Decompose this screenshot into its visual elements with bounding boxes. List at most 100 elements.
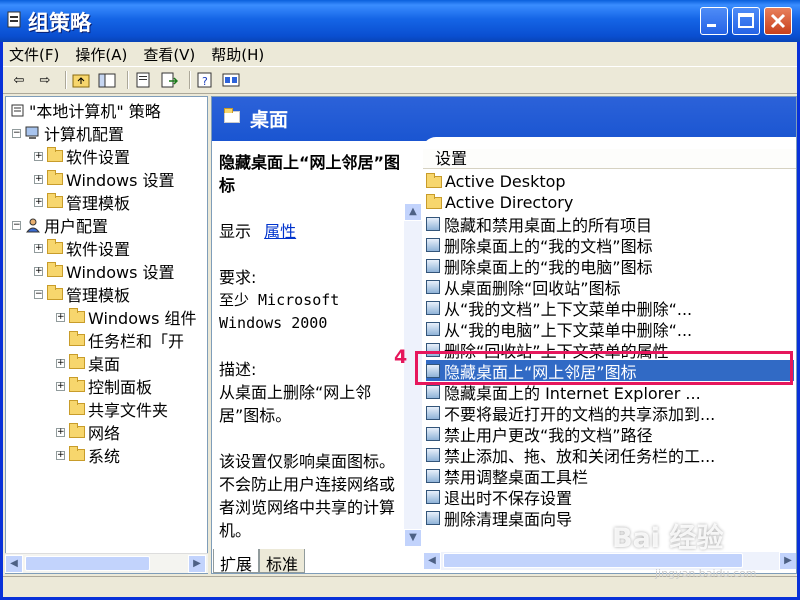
scroll-up-icon[interactable]: ▲ (404, 203, 422, 221)
folder-icon (47, 193, 63, 208)
tab-extended[interactable]: 扩展 (213, 549, 260, 574)
minimize-button[interactable] (700, 7, 728, 35)
list-item[interactable]: 从“我的电脑”上下文菜单中删除“... (426, 318, 794, 339)
tree-label: 管理模板 (66, 194, 131, 213)
folder-icon (47, 170, 63, 185)
folder-icon (47, 147, 63, 162)
tree-item-system[interactable]: + 系统 (56, 444, 120, 466)
scroll-right-icon[interactable]: ▶ (188, 555, 206, 573)
policy-setting-icon (426, 405, 440, 420)
expand-icon[interactable]: + (56, 381, 65, 391)
toolbar-separator (127, 71, 129, 89)
tree-item-cc-software[interactable]: + 软件设置 (34, 145, 130, 167)
list-item[interactable]: 从“我的文档”上下文菜单中删除“... (426, 297, 794, 318)
menu-action[interactable]: 操作(A) (75, 44, 127, 65)
description-block: 描述: 从桌面上删除“网上邻居”图标。 (219, 358, 407, 427)
tree-item-windows-components[interactable]: + Windows 组件 (56, 306, 197, 328)
menu-view[interactable]: 查看(V) (143, 44, 195, 65)
show-tree-icon[interactable] (97, 71, 117, 89)
tree-pane[interactable]: "本地计算机" 策略 − 计算机配置 + 软件设置 + Windows 设置 +… (5, 96, 208, 574)
list-item[interactable]: Active Desktop (426, 171, 794, 192)
tree-item-uc-windows[interactable]: + Windows 设置 (34, 260, 175, 282)
scroll-left-icon[interactable]: ◀ (423, 552, 441, 570)
list-item[interactable]: 从桌面删除“回收站”图标 (426, 276, 794, 297)
collapse-icon[interactable]: − (12, 128, 21, 138)
tree-item-uc-admin[interactable]: − 管理模板 (34, 283, 130, 305)
list-item[interactable]: 删除桌面上的“我的文档”图标 (426, 234, 794, 255)
list-item[interactable]: 删除清理桌面向导 (426, 507, 794, 528)
close-button[interactable] (764, 7, 792, 35)
up-folder-icon[interactable] (71, 71, 91, 89)
list-item-label: 删除清理桌面向导 (444, 509, 573, 529)
menu-help[interactable]: 帮助(H) (211, 44, 264, 65)
expand-icon[interactable]: + (34, 266, 43, 276)
list-item-label: 隐藏和禁用桌面上的所有项目 (444, 215, 653, 235)
scroll-right-icon[interactable]: ▶ (779, 552, 796, 570)
policy-setting-icon (426, 384, 440, 399)
scroll-thumb[interactable] (25, 556, 150, 571)
tree-label: Windows 设置 (66, 263, 175, 282)
requirement-label: 要求: (219, 268, 257, 287)
collapse-icon[interactable]: − (34, 289, 43, 299)
expand-icon[interactable]: + (56, 358, 65, 368)
folder-icon (69, 377, 85, 392)
tree-item-cc-admin[interactable]: + 管理模板 (34, 191, 130, 213)
requirement-line1: 至少 Microsoft (219, 291, 340, 309)
scroll-left-icon[interactable]: ◀ (5, 555, 23, 573)
column-header-setting[interactable]: 设置 (423, 149, 796, 169)
watermark-url: jingyan.baidu.com (655, 567, 757, 580)
expand-icon[interactable]: + (56, 427, 65, 437)
tree-item-network[interactable]: + 网络 (56, 421, 120, 443)
tree-item-taskbar[interactable]: 任务栏和「开 (69, 329, 184, 351)
help-icon[interactable]: ? (195, 71, 215, 89)
list-item[interactable]: 禁止用户更改“我的文档”路径 (426, 423, 794, 444)
menu-file[interactable]: 文件(F) (9, 44, 59, 65)
tree-root[interactable]: "本地计算机" 策略 (10, 99, 161, 121)
list-item-label: 删除桌面上的“我的文档”图标 (444, 236, 653, 256)
maximize-button[interactable] (732, 7, 760, 35)
list-item[interactable]: 删除桌面上的“我的电脑”图标 (426, 255, 794, 276)
properties-icon[interactable] (133, 71, 153, 89)
list-item-label: Active Desktop (445, 172, 566, 191)
expand-icon[interactable]: + (34, 243, 43, 253)
show-label: 显示 (219, 222, 252, 241)
title-bar[interactable]: 组策略 (0, 0, 800, 42)
export-icon[interactable] (159, 71, 179, 89)
list-item[interactable]: 隐藏和禁用桌面上的所有项目 (426, 213, 794, 234)
tree-item-computer-config[interactable]: − 计算机配置 (12, 122, 124, 144)
properties-link[interactable]: 属性 (264, 222, 296, 241)
list-item[interactable]: Active Directory (426, 192, 794, 213)
expand-icon[interactable]: + (34, 151, 43, 161)
policy-setting-icon (426, 300, 440, 315)
tree-item-uc-software[interactable]: + 软件设置 (34, 237, 130, 259)
list-item[interactable]: 禁止添加、拖、放和关闭任务栏的工... (426, 444, 794, 465)
expand-icon[interactable]: + (56, 450, 65, 460)
list-item[interactable]: 退出时不保存设置 (426, 486, 794, 507)
list-item[interactable]: 禁用调整桌面工具栏 (426, 465, 794, 486)
tree-label: Windows 组件 (88, 309, 197, 328)
tree-item-desktop[interactable]: + 桌面 (56, 352, 120, 374)
expand-icon[interactable]: + (56, 312, 65, 322)
tree-horizontal-scrollbar[interactable]: ◀ ▶ (5, 553, 208, 573)
folder-icon (426, 172, 442, 188)
list-item[interactable]: 不要将最近打开的文档的共享添加到... (426, 402, 794, 423)
expand-icon[interactable]: + (34, 174, 43, 184)
list-item-label: 禁用调整桌面工具栏 (444, 467, 589, 487)
tree-item-cc-windows[interactable]: + Windows 设置 (34, 168, 175, 190)
tree-item-shared-folders[interactable]: 共享文件夹 (69, 398, 168, 420)
scroll-thumb[interactable] (443, 553, 743, 568)
console-icon[interactable] (221, 71, 241, 89)
forward-arrow-icon[interactable]: ⇨ (35, 71, 55, 89)
list-item-label: 从“我的文档”上下文菜单中删除“... (444, 299, 693, 319)
tree-item-control-panel[interactable]: + 控制面板 (56, 375, 152, 397)
tab-standard[interactable]: 标准 (259, 549, 306, 574)
list-item-label: 禁止添加、拖、放和关闭任务栏的工... (444, 446, 716, 466)
view-tabs: 扩展 标准 (213, 549, 306, 574)
back-arrow-icon[interactable]: ⇦ (9, 71, 29, 89)
tree-label: 系统 (88, 447, 121, 466)
collapse-icon[interactable]: − (12, 220, 21, 230)
expand-icon[interactable]: + (34, 197, 43, 207)
computer-icon (25, 126, 39, 139)
scroll-down-icon[interactable]: ▼ (404, 529, 422, 547)
tree-item-user-config[interactable]: − 用户配置 (12, 214, 108, 236)
